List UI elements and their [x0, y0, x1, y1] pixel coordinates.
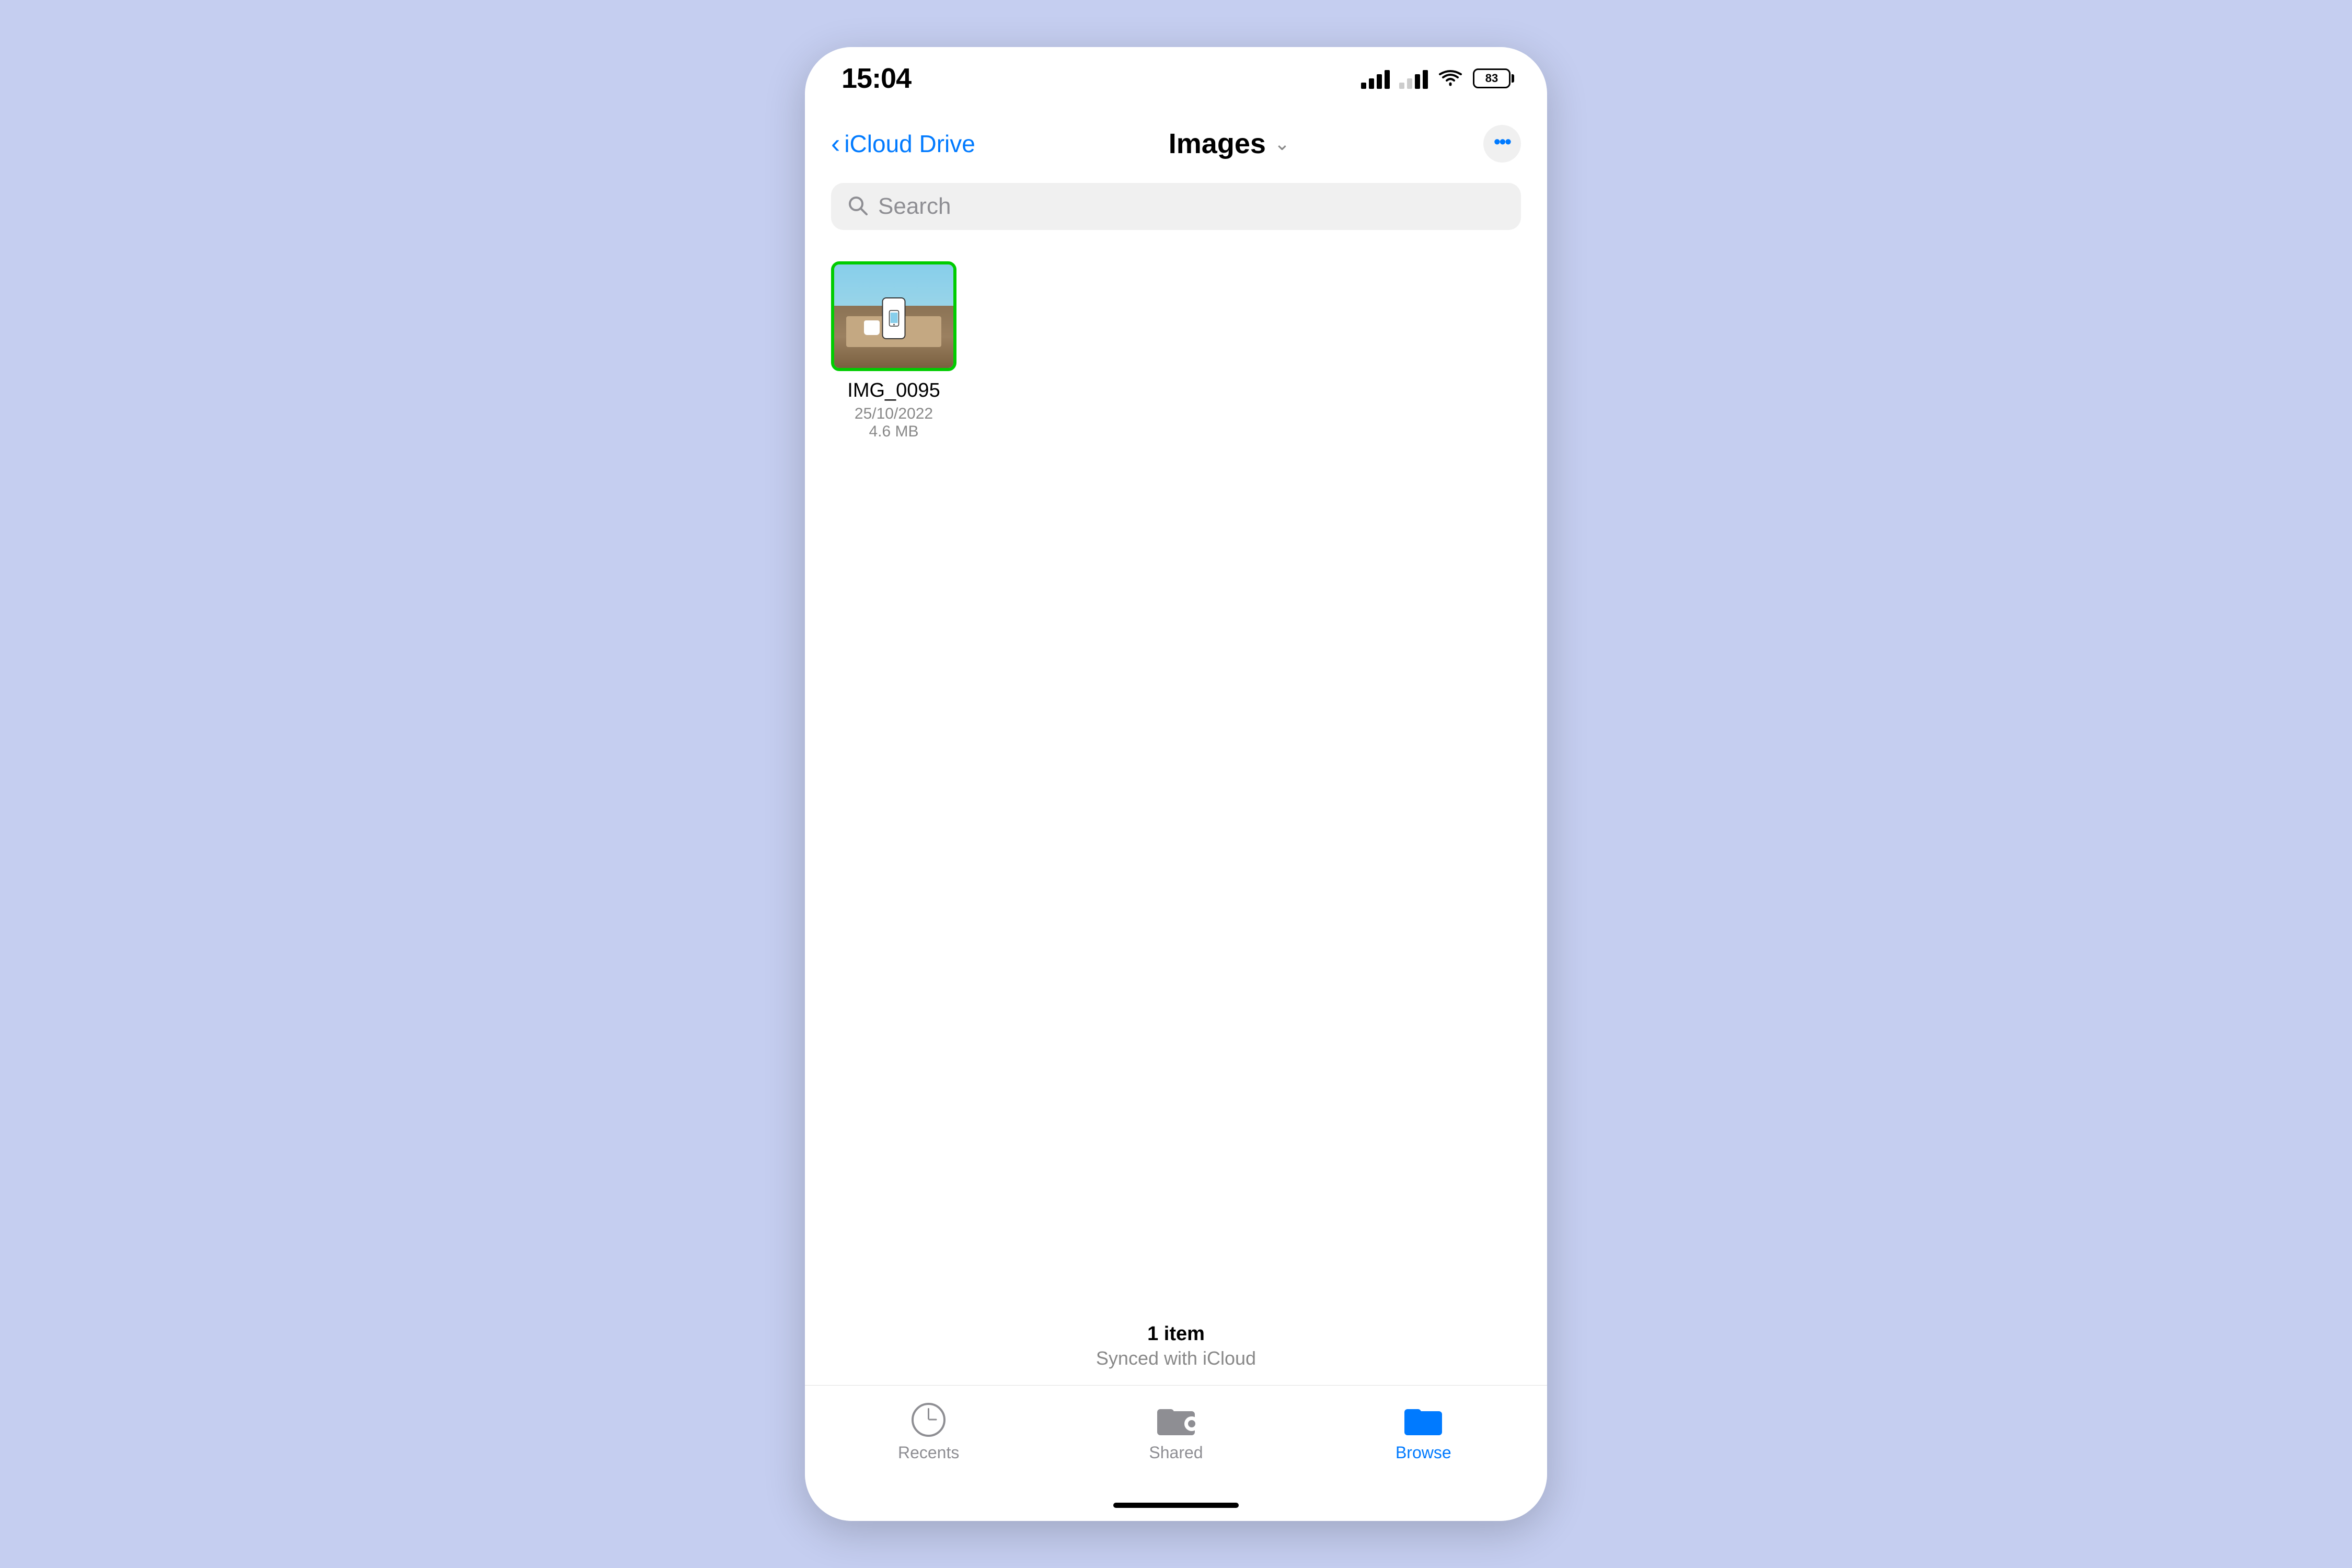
ellipsis-icon: •••	[1494, 131, 1511, 153]
battery-level: 83	[1485, 72, 1498, 85]
signal-bars-2-icon	[1399, 68, 1428, 89]
signal-bar-2	[1369, 78, 1374, 89]
recents-icon	[908, 1401, 950, 1438]
browse-folder-icon	[1404, 1404, 1442, 1435]
file-size: 4.6 MB	[869, 423, 918, 441]
signal-bar-1	[1361, 83, 1366, 89]
status-bar: 15:04	[805, 47, 1547, 110]
tab-browse-label: Browse	[1396, 1443, 1451, 1462]
tab-recents[interactable]: Recents	[877, 1401, 981, 1462]
signal-bar-4	[1385, 70, 1390, 89]
shared-folder-icon	[1157, 1404, 1195, 1435]
home-indicator	[805, 1490, 1547, 1521]
sync-status: Synced with iCloud	[805, 1347, 1547, 1369]
back-button[interactable]: ‹ iCloud Drive	[831, 130, 975, 158]
list-item[interactable]: IMG_0095 25/10/2022 4.6 MB	[831, 261, 956, 441]
person-badge-icon	[1184, 1416, 1199, 1431]
file-grid: IMG_0095 25/10/2022 4.6 MB	[831, 261, 1521, 441]
page-title: Images	[1169, 128, 1266, 160]
content-area: IMG_0095 25/10/2022 4.6 MB	[805, 240, 1547, 1312]
shared-icon	[1155, 1401, 1197, 1438]
signal-bar-3	[1377, 74, 1382, 89]
tab-shared[interactable]: Shared	[1124, 1401, 1228, 1462]
tab-recents-label: Recents	[898, 1443, 959, 1462]
file-name: IMG_0095	[847, 379, 940, 402]
search-icon	[847, 194, 869, 219]
status-icons: 83	[1361, 68, 1511, 89]
back-label: iCloud Drive	[844, 130, 975, 158]
browse-folder-body	[1404, 1411, 1442, 1435]
tab-shared-label: Shared	[1149, 1443, 1203, 1462]
clock-icon	[912, 1403, 946, 1437]
thumb-phone-in-image	[882, 297, 906, 339]
tab-browse[interactable]: Browse	[1371, 1401, 1475, 1462]
search-bar[interactable]: Search	[831, 183, 1521, 230]
wifi-icon	[1437, 68, 1463, 89]
home-bar	[1113, 1503, 1239, 1508]
battery-icon: 83	[1473, 68, 1511, 88]
search-bar-container: Search	[805, 178, 1547, 240]
footer-info: 1 item Synced with iCloud	[805, 1312, 1547, 1385]
chevron-left-icon: ‹	[831, 130, 840, 157]
browse-icon	[1402, 1401, 1444, 1438]
phone-frame: 15:04	[805, 47, 1547, 1521]
status-time: 15:04	[841, 62, 911, 95]
nav-title-group: Images ⌄	[1169, 128, 1290, 160]
file-date: 25/10/2022	[855, 405, 933, 423]
more-button[interactable]: •••	[1483, 125, 1521, 163]
file-thumbnail	[834, 264, 953, 368]
tab-bar: Recents Shared Browse	[805, 1385, 1547, 1490]
file-thumbnail-wrapper	[831, 261, 956, 371]
clock-hour-hand	[929, 1419, 937, 1421]
chevron-down-icon[interactable]: ⌄	[1274, 133, 1290, 155]
signal-bars-group2	[1399, 68, 1428, 89]
thumb-cup	[864, 320, 880, 335]
item-count: 1 item	[805, 1323, 1547, 1345]
signal-bars-icon	[1361, 68, 1390, 89]
search-input[interactable]: Search	[878, 193, 951, 220]
nav-bar: ‹ iCloud Drive Images ⌄ •••	[805, 110, 1547, 178]
clock-minute-hand	[928, 1408, 929, 1420]
